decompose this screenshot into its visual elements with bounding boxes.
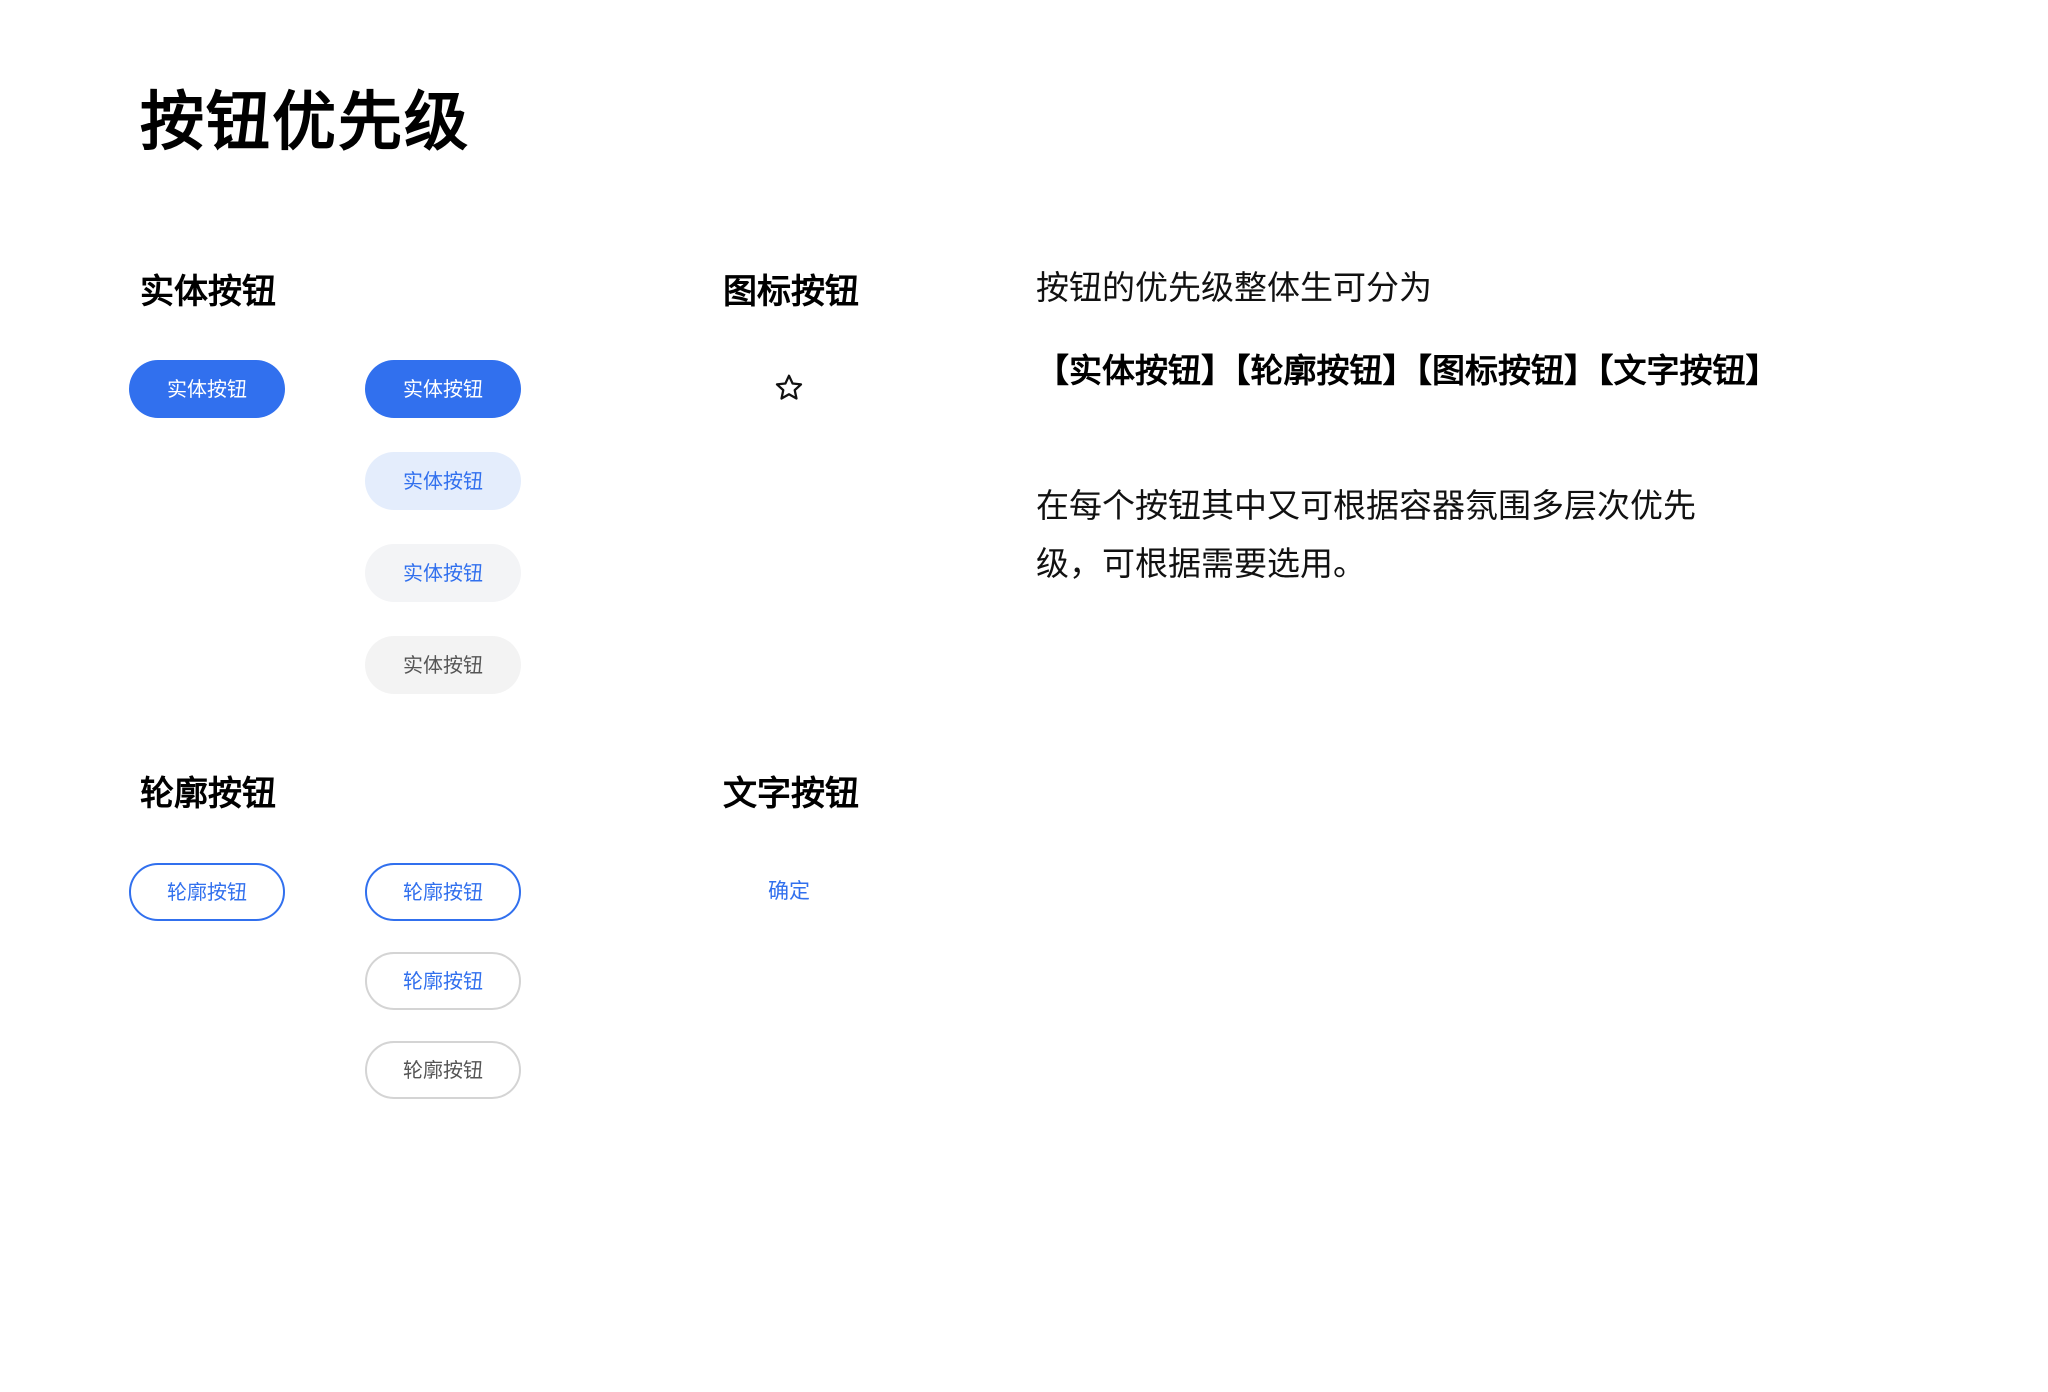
outline-primary-button-level-1[interactable]: 轮廓按钮 [365,863,521,921]
solid-primary-button-level-1[interactable]: 实体按钮 [365,360,521,418]
description-intro: 按钮的优先级整体生可分为 [1036,268,1432,307]
solid-light-button-level-2[interactable]: 实体按钮 [365,452,521,510]
description-detail-line-1: 在每个按钮其中又可根据容器氛围多层次优先 [1036,486,1696,525]
star-icon-button[interactable] [764,363,814,413]
solid-gray-button-level-4[interactable]: 实体按钮 [365,636,521,694]
text-buttons-section-title: 文字按钮 [723,774,859,814]
outline-buttons-section-title: 轮廓按钮 [140,774,276,814]
confirm-text-button[interactable]: 确定 [748,870,830,910]
solid-lighter-button-level-3[interactable]: 实体按钮 [365,544,521,602]
star-outline-icon [775,374,803,400]
icon-buttons-section-title: 图标按钮 [723,272,859,312]
outline-primary-button[interactable]: 轮廓按钮 [129,863,285,921]
button-types-list: 【实体按钮】【轮廓按钮】【图标按钮】【文字按钮】 [1036,351,1779,390]
solid-buttons-section-title: 实体按钮 [140,272,276,312]
outline-gray-button-level-2[interactable]: 轮廓按钮 [365,952,521,1010]
outline-neutral-button-level-3[interactable]: 轮廓按钮 [365,1041,521,1099]
solid-primary-button[interactable]: 实体按钮 [129,360,285,418]
description-detail-line-2: 级，可根据需要选用。 [1036,544,1366,583]
page-title: 按钮优先级 [140,86,470,160]
